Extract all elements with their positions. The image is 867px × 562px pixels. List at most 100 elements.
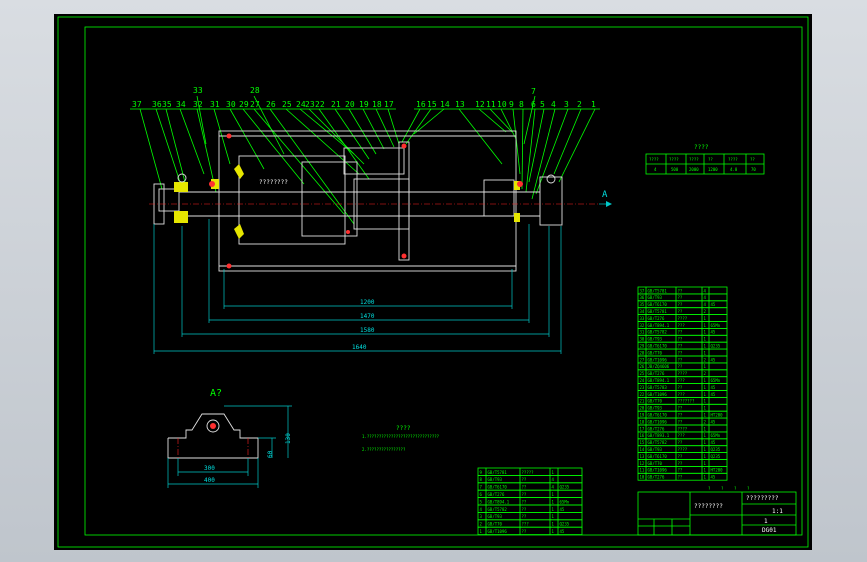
dimensions: 1200 1470 1580 1640: [153, 219, 562, 354]
parts-cell: ??: [678, 440, 683, 445]
cad-viewer-window: 37 36 35 34 33 32 31 30 29 28 27 26 25 2…: [0, 0, 867, 562]
parts-cell: 45: [560, 529, 565, 534]
drawing-code: DG01: [762, 527, 777, 534]
parts-cell: 5: [480, 499, 483, 504]
view-dim-inner: 300: [204, 465, 215, 472]
spec-h4: ??: [708, 157, 713, 162]
spec-title: ????: [694, 144, 709, 151]
balloon-4: 4: [551, 100, 556, 109]
notes-line-2: 2.????????????????: [362, 447, 406, 452]
parts-cell: ??: [678, 302, 683, 307]
parts-cell: 65Mn: [711, 378, 721, 383]
parts-cell: 27: [640, 357, 645, 362]
parts-cell: 7: [480, 485, 483, 490]
parts-cell: ??: [522, 529, 527, 534]
parts-cell: 1: [704, 468, 707, 473]
parts-cell: 45: [711, 475, 716, 480]
parts-cell: ????: [678, 426, 688, 431]
parts-cell: GB/T894.1: [648, 378, 670, 383]
parts-cell: Q235: [711, 454, 721, 459]
right-bearing-seat: [539, 176, 563, 226]
bearing-end-lower: [174, 211, 188, 223]
parts-cell: 45: [560, 507, 565, 512]
parts-cell: 1: [552, 492, 555, 497]
parts-cell: ??: [678, 364, 683, 369]
dim-1: 1200: [360, 299, 375, 306]
spec-v5: 4.0: [730, 167, 738, 172]
parts-cell: 10: [640, 475, 645, 480]
parts-cell: 37: [640, 288, 645, 293]
balloon-29: 29: [239, 100, 249, 109]
parts-cell: GB/T93: [648, 295, 663, 300]
parts-cell: 1: [704, 344, 707, 349]
parts-cell: HT200: [711, 468, 724, 473]
parts-cell: 1: [704, 316, 707, 321]
mark-3: ?: [734, 486, 737, 491]
parts-cell: GB/T93: [648, 447, 663, 452]
title-block: ???????? ????????? 1:1 1 DG01 ? ? ? ?: [637, 486, 797, 536]
parts-cell: 45: [711, 419, 716, 424]
balloon-5: 5: [540, 100, 545, 109]
parts-cell: ???: [678, 378, 686, 383]
parts-cell: 32: [640, 323, 645, 328]
gear-reducer: [343, 147, 405, 175]
parts-cell: 1: [704, 399, 707, 404]
parts-cell: GB/T276: [648, 426, 665, 431]
leader-lines: [139, 95, 596, 225]
parts-cell: 1: [704, 413, 707, 418]
drum-shell: [218, 130, 517, 272]
parts-cell: 2: [704, 309, 707, 314]
parts-cell: 45: [711, 357, 716, 362]
parts-list-bottom: 9 GB/T5781????? 1 8 GB/T93?? 4 7 GB/T6170?? 4 Q23…: [477, 467, 583, 536]
parts-cell: 2: [480, 522, 483, 527]
parts-cell: 4: [704, 302, 707, 307]
view-dim-h2: 60: [267, 450, 274, 458]
parts-cell: ??: [678, 330, 683, 335]
parts-cell: 25: [640, 371, 645, 376]
parts-cell: 4: [552, 477, 555, 482]
parts-cell: GB/T1096: [648, 392, 668, 397]
parts-cell: ??: [678, 461, 683, 466]
parts-cell: Q235: [560, 522, 570, 527]
balloon-30: 30: [226, 100, 236, 109]
parts-cell: 30: [640, 337, 645, 342]
balloon-33: 33: [193, 86, 203, 95]
bearing-left: [234, 164, 244, 179]
balloon-3: 3: [564, 100, 569, 109]
balloon-35: 35: [162, 100, 172, 109]
parts-cell: GB/T276: [648, 371, 665, 376]
parts-cell: GB/T70: [648, 399, 663, 404]
drawing-canvas[interactable]: 37 36 35 34 33 32 31 30 29 28 27 26 25 2…: [54, 14, 812, 550]
parts-cell: 29: [640, 344, 645, 349]
balloon-11: 11: [486, 100, 496, 109]
bolt-icon: [177, 173, 187, 183]
parts-cell: GB/T276: [648, 475, 665, 480]
parts-cell: ??: [678, 454, 683, 459]
parts-cell: 17: [640, 426, 645, 431]
cad-drawing: 37 36 35 34 33 32 31 30 29 28 27 26 25 2…: [57, 16, 809, 548]
parts-cell: ??: [678, 475, 683, 480]
parts-cell: GB/T894.1: [488, 499, 510, 504]
dim-2: 1470: [360, 313, 375, 320]
parts-cell: 4: [552, 485, 555, 490]
technical-notes: ???? 1.?????????????????????????????? 2.…: [362, 425, 440, 452]
parts-cell: 2: [704, 371, 707, 376]
parts-cell: 18: [640, 419, 645, 424]
parts-cell: ??: [678, 288, 683, 293]
parts-cell: GB/T1096: [488, 529, 508, 534]
parts-cell: GB/T5781: [488, 470, 508, 475]
parts-cell: 3: [480, 514, 483, 519]
parts-cell: 45: [711, 302, 716, 307]
parts-cell: GB/T93: [648, 406, 663, 411]
parts-cell: 4: [704, 288, 707, 293]
parts-cell: ????: [678, 447, 688, 452]
parts-cell: GB/T93: [648, 337, 663, 342]
parts-cell: GB/T5782: [648, 330, 668, 335]
parts-cell: 45: [711, 330, 716, 335]
drum-assembly: ???????? A: [149, 130, 612, 272]
parts-cell: 31: [640, 330, 645, 335]
drawing-title: ????????: [694, 503, 723, 510]
parts-cell: 1: [704, 454, 707, 459]
parts-cell: 1: [552, 529, 555, 534]
parts-cell: 1: [552, 507, 555, 512]
